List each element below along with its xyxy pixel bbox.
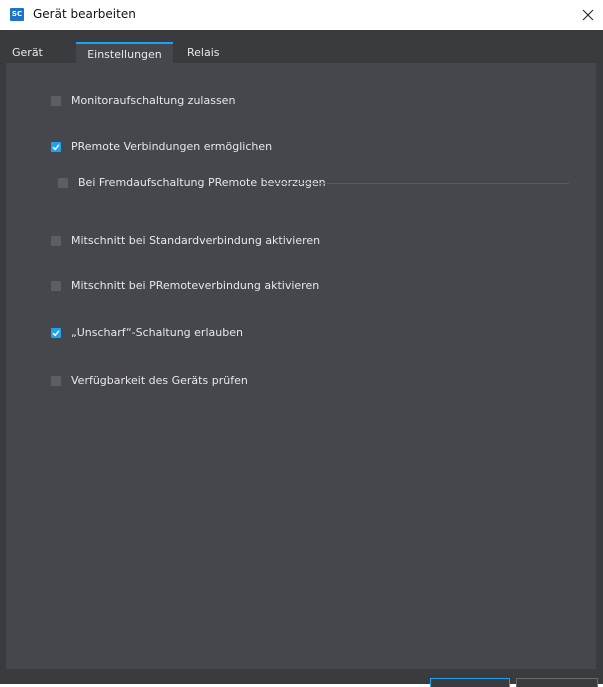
cancel-button[interactable] (516, 678, 598, 687)
ok-button[interactable] (430, 678, 510, 687)
option-label: PRemote Verbindungen ermöglichen (71, 140, 273, 153)
checkbox-premote-verbindungen[interactable] (51, 142, 61, 152)
close-button[interactable] (576, 3, 600, 27)
checkbox-mitschnitt-premote[interactable] (51, 281, 61, 291)
checkmark-icon (52, 144, 60, 151)
checkbox-verfuegbarkeit[interactable] (51, 376, 61, 386)
tab-relais[interactable]: Relais (187, 44, 220, 62)
option-label: „Unscharf“-Schaltung erlauben (71, 326, 243, 339)
option-label: Verfügbarkeit des Geräts prüfen (71, 374, 248, 387)
tab-strip: Gerät Einstellungen Relais (0, 30, 603, 65)
tab-einstellungen[interactable]: Einstellungen (76, 42, 173, 65)
app-logo-icon: SC (10, 8, 24, 21)
close-icon (582, 9, 594, 21)
window-title: Gerät bearbeiten (33, 7, 136, 21)
option-label: Monitoraufschaltung zulassen (71, 94, 236, 107)
checkmark-icon (52, 330, 60, 337)
option-label: Mitschnitt bei Standardverbindung aktivi… (71, 234, 321, 247)
dialog-body: Gerät Einstellungen Relais Monitoraufsch… (0, 30, 603, 687)
settings-panel: Monitoraufschaltung zulassen PRemote Ver… (6, 63, 596, 669)
checkbox-mitschnitt-standard[interactable] (51, 236, 61, 246)
checkbox-fremdaufschaltung[interactable] (58, 178, 68, 188)
option-label: Mitschnitt bei PRemoteverbindung aktivie… (71, 279, 320, 292)
tab-geraet[interactable]: Gerät (12, 44, 43, 62)
title-bar: SC Gerät bearbeiten (0, 0, 603, 30)
checkbox-monitoraufschaltung[interactable] (51, 96, 61, 106)
divider-line (264, 183, 569, 184)
checkbox-unscharf-schaltung[interactable] (51, 328, 61, 338)
